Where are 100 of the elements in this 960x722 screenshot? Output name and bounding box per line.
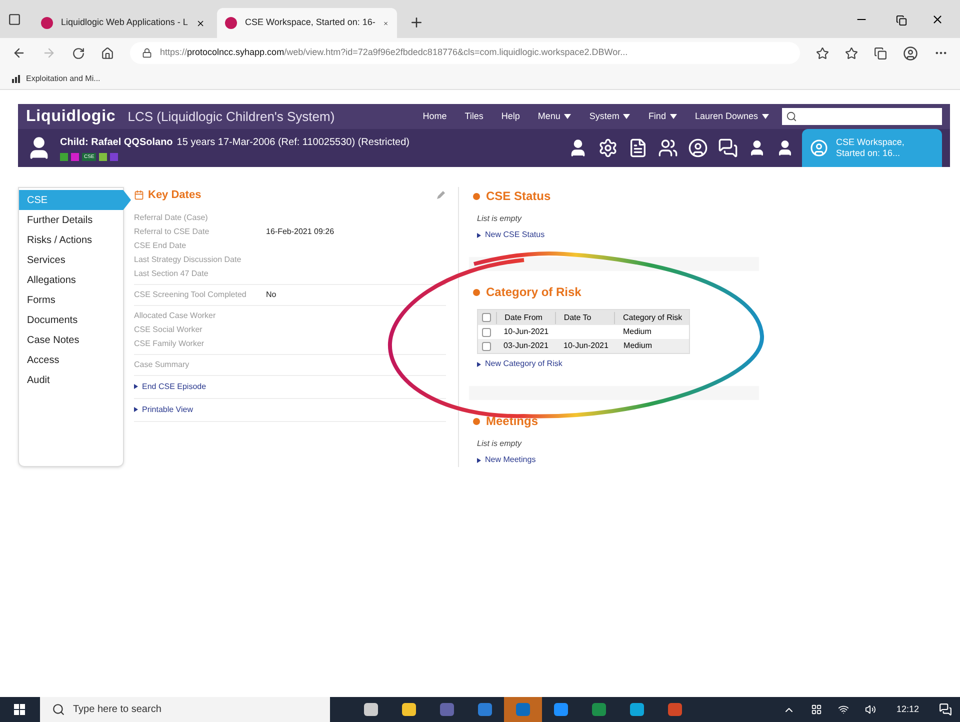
calendar-icon	[134, 190, 144, 200]
restore-icon[interactable]	[896, 15, 907, 26]
triangle-icon	[134, 407, 138, 412]
field-value: No	[266, 288, 276, 300]
sidebar-item[interactable]: Risks / Actions	[19, 230, 123, 250]
close-icon[interactable]	[931, 13, 944, 26]
person-icon[interactable]	[748, 139, 766, 157]
document-icon[interactable]	[628, 138, 648, 158]
triangle-icon	[477, 458, 481, 462]
table-cell: 10-Jun-2021	[504, 327, 549, 336]
site-icon	[41, 17, 53, 29]
site-icon	[225, 17, 237, 29]
sidebar-item[interactable]: Further Details	[19, 210, 123, 230]
sidebar-item[interactable]: Access	[19, 350, 123, 370]
settings-icon[interactable]	[598, 138, 618, 158]
home-icon[interactable]	[101, 46, 114, 60]
address-field[interactable]: https://protocolncc.syhapp.com/web/view.htm?id=72a9f96e2fbdedc818776&cls=com.liquidlogic.workspace2.DBWor...	[130, 42, 800, 64]
network-icon[interactable]	[838, 704, 850, 715]
field-label: Referral Date (Case)	[134, 212, 209, 224]
person-circle-icon[interactable]	[688, 138, 708, 158]
field-label: Case Summary	[134, 358, 190, 370]
nav-menu-item[interactable]: Help	[501, 110, 520, 124]
system-title: LCS (Liquidlogic Children's System)	[128, 108, 335, 126]
person-card-icon	[810, 139, 828, 157]
sidebar-item[interactable]: Case Notes	[19, 330, 123, 350]
field-label: Last Strategy Discussion Date	[134, 254, 242, 266]
field-label: Referral to CSE Date	[134, 226, 210, 238]
sidebar-item[interactable]: Services	[19, 250, 123, 270]
search-icon	[786, 111, 797, 122]
notification-icon[interactable]	[939, 703, 952, 716]
link[interactable]: Printable View	[142, 404, 193, 416]
sidebar-item[interactable]: Allegations	[19, 270, 123, 290]
volume-icon[interactable]	[865, 704, 876, 715]
sidebar-item[interactable]: Documents	[19, 310, 123, 330]
collections-icon[interactable]	[874, 46, 887, 60]
search-field[interactable]: Type here to search	[40, 697, 330, 722]
field-label: Last Section 47 Date	[134, 268, 210, 280]
field-label: CSE End Date	[134, 240, 188, 252]
section-title: CSE Status	[486, 188, 551, 205]
table-cell: Medium	[622, 327, 652, 336]
section-title: Category of Risk	[486, 284, 582, 301]
bullet-icon	[473, 288, 480, 296]
field-value: 16-Feb-2021 09:26	[266, 226, 334, 238]
reload-icon[interactable]	[72, 46, 85, 60]
column-header: Category of Risk	[614, 312, 689, 324]
column-header: Date To	[554, 312, 614, 324]
link[interactable]: New CSE Status	[485, 229, 545, 241]
url-path: /web/view.htm?id=72a9f96e2fbdedc818776&cls=com.liquidlogic.workspace2.DBWor...	[284, 46, 628, 60]
url-host: protocolncc.syhapp.com	[187, 46, 284, 60]
nav-menu-item[interactable]: Find	[648, 110, 677, 124]
back-icon[interactable]	[12, 46, 26, 60]
bar-chart-icon	[12, 74, 22, 82]
favorites-icon[interactable]	[845, 46, 858, 60]
column-header: Date From	[496, 312, 555, 324]
field-label: CSE Screening Tool Completed	[134, 288, 248, 300]
profile-icon[interactable]	[903, 46, 918, 60]
panel-title: Key Dates	[148, 188, 202, 203]
triangle-icon	[134, 384, 138, 389]
sidebar-item[interactable]: Forms	[19, 290, 123, 310]
brand-logo: Liquidlogic	[26, 106, 116, 126]
checkbox[interactable]	[482, 342, 492, 350]
empty-message: List is empty	[477, 213, 523, 225]
nav-menu-item[interactable]: Home	[422, 110, 447, 124]
checkbox[interactable]	[482, 328, 492, 336]
link[interactable]: End CSE Episode	[142, 380, 206, 392]
nav-menu-item[interactable]: System	[589, 110, 630, 124]
tray-icon[interactable]	[811, 704, 822, 715]
new-tab-icon[interactable]	[409, 15, 424, 30]
search-icon	[52, 703, 65, 716]
url-scheme: https://	[160, 46, 188, 60]
nav-menu-item[interactable]: Lauren Downes	[694, 110, 769, 124]
chat-icon[interactable]	[718, 138, 738, 158]
nav-menu-item[interactable]: Menu	[538, 110, 572, 124]
person-icon[interactable]	[776, 139, 794, 157]
section-title: Meetings	[486, 413, 538, 430]
field-label: CSE Social Worker	[134, 324, 204, 336]
clock: 12:12	[896, 702, 919, 716]
favorite-icon[interactable]	[816, 46, 829, 60]
triangle-icon	[477, 362, 481, 366]
browser-tab[interactable]: CSE Workspace, Started on: 16-	[217, 8, 397, 38]
field-label: CSE Family Worker	[134, 338, 206, 350]
field-label: Allocated Case Worker	[134, 310, 217, 322]
child-details: 15 years 17-Mar-2006 (Ref: 110025530) (Restricted)	[176, 136, 410, 150]
child-name: Child: Rafael QQSolano	[60, 136, 173, 150]
link[interactable]: New Meetings	[485, 454, 536, 466]
bullet-icon	[473, 192, 480, 200]
sidebar-item[interactable]: Audit	[19, 370, 123, 390]
table-cell: 03-Jun-2021	[504, 341, 548, 350]
tab-actions-icon	[8, 13, 21, 26]
link[interactable]: New Category of Risk	[485, 358, 562, 370]
table-cell: 10-Jun-2021	[564, 341, 608, 350]
lock-icon	[142, 48, 152, 58]
empty-message: List is empty	[477, 438, 523, 450]
nav-menu-item[interactable]: Tiles	[464, 110, 484, 124]
table-cell: Medium	[624, 341, 652, 350]
bookmark[interactable]: Exploitation and Mi...	[12, 72, 100, 84]
bullet-icon	[473, 418, 480, 424]
checkbox[interactable]	[482, 313, 492, 322]
search-field[interactable]	[782, 108, 942, 125]
triangle-icon	[477, 232, 481, 238]
